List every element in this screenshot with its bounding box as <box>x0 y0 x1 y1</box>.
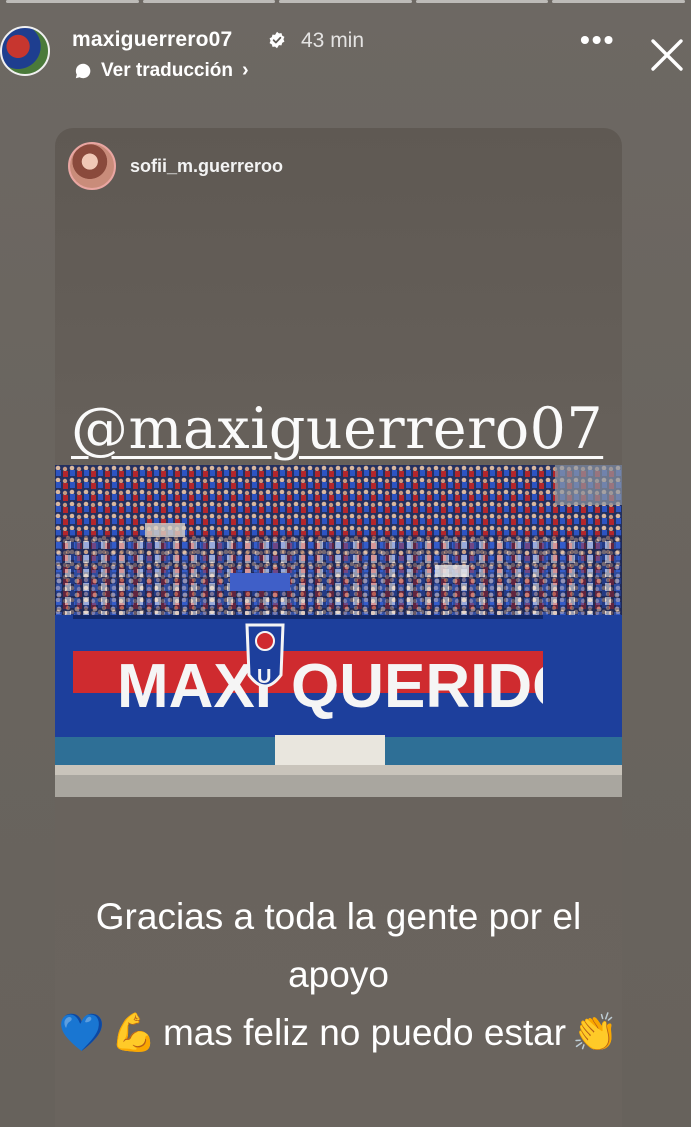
see-translation-link[interactable]: Ver traducción › <box>74 59 249 82</box>
story-progress-segment <box>552 0 685 3</box>
chevron-right-icon: › <box>242 59 249 81</box>
story-progress-segment <box>279 0 412 3</box>
story-author-username[interactable]: maxiguerrero07 <box>72 28 232 52</box>
story-progress-segment <box>142 0 276 3</box>
story-author-avatar[interactable] <box>0 26 50 76</box>
close-icon[interactable] <box>648 36 686 74</box>
shared-post-card[interactable]: sofii_m.guerreroo @maxiguerrero07 MAXI U… <box>55 128 622 1127</box>
story-progress-segment <box>6 0 139 3</box>
caption-line-2-container: 💙 💪 mas feliz no puedo estar 👏 <box>59 1004 618 1062</box>
story-header: maxiguerrero07 43 min Ver traducción › •… <box>0 12 691 81</box>
story-timestamp: 43 min <box>301 29 365 52</box>
flexed-biceps-emoji: 💪 <box>110 1012 157 1053</box>
more-options-button[interactable]: ••• <box>580 26 615 54</box>
crest-letter: U <box>257 666 271 688</box>
caption-line-1: Gracias a toda la gente por el apoyo <box>95 896 582 995</box>
translate-bubble-icon <box>75 63 91 78</box>
stadium-photo: MAXI U QUERIDO <box>55 465 622 797</box>
blue-heart-emoji: 💙 <box>58 1012 105 1053</box>
story-caption: Gracias a toda la gente por el apoyo 💙 💪… <box>55 888 622 1062</box>
verified-badge-icon <box>269 31 285 49</box>
caption-line-2: mas feliz no puedo estar <box>162 1012 567 1053</box>
shared-post-avatar[interactable] <box>68 142 116 190</box>
story-progress-segment <box>415 0 549 3</box>
see-translation-label: Ver traducción <box>101 59 233 81</box>
club-crest-icon: U <box>245 623 285 688</box>
stadium-photo-graphic: MAXI U QUERIDO <box>55 465 622 797</box>
shared-post-username[interactable]: sofii_m.guerreroo <box>130 156 283 177</box>
banner-right-word: QUERIDO <box>291 652 580 721</box>
mention-sticker[interactable]: @maxiguerrero07 <box>71 396 603 462</box>
clapping-hands-emoji: 👏 <box>572 1012 619 1053</box>
story-progress <box>0 0 691 3</box>
